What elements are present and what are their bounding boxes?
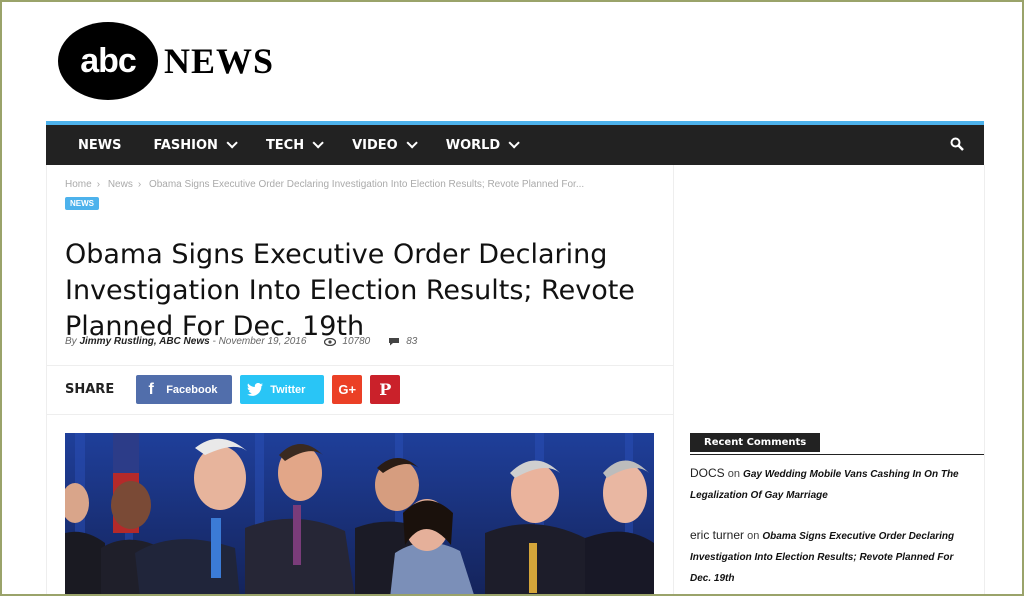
nav-label: WORLD [445, 137, 501, 153]
recent-comments-title: Recent Comments [690, 433, 821, 452]
article-column: Home › News › Obama Signs Executive Order … [46, 165, 674, 594]
article-meta: By Jimmy Rustling, ABC News - November 1… [65, 336, 418, 347]
share-label: SHARE [65, 382, 115, 397]
abc-news-logo[interactable]: abc NEWS [58, 22, 274, 100]
main-navigation: NEWS FASHION TECH VIDEO WORLD [46, 121, 984, 165]
nav-item-world[interactable]: WORLD [445, 137, 520, 153]
view-count: 10780 [342, 336, 371, 347]
section-underline [690, 454, 984, 455]
comment-on-text: on [747, 530, 760, 542]
logo-circle: abc [58, 22, 158, 100]
breadcrumb-separator: › [137, 179, 142, 190]
breadcrumb: Home › News › Obama Signs Executive Order … [65, 179, 589, 190]
breadcrumb-news[interactable]: News [108, 179, 133, 190]
comment-count[interactable]: 83 [406, 336, 417, 347]
nav-label: TECH [265, 137, 305, 153]
recent-comment-item: DOCS on Gay Wedding Mobile Vans Cashing … [690, 463, 970, 506]
googleplus-icon: G+ [338, 382, 357, 397]
logo-news-text: NEWS [164, 41, 275, 81]
comment-icon [389, 338, 400, 346]
chevron-down-icon [226, 137, 238, 149]
comment-on-text: on [727, 468, 740, 480]
pinterest-icon: P [379, 380, 392, 399]
chevron-down-icon [406, 137, 418, 149]
share-bar: SHARE f Facebook Twitter G+ P [65, 375, 408, 404]
twitter-icon [240, 375, 270, 404]
nav-item-tech[interactable]: TECH [265, 137, 324, 153]
page-frame: abc NEWS NEWS FASHION TECH VIDEO WORLD H… [0, 0, 1024, 596]
facebook-share-button[interactable]: f Facebook [136, 375, 233, 404]
breadcrumb-separator: › [96, 179, 101, 190]
twitter-label: Twitter [270, 383, 306, 396]
comment-author: eric turner [690, 528, 745, 542]
category-badge[interactable]: NEWS [65, 197, 99, 210]
recent-comment-item: eric turner on Obama Signs Executive Ord… [690, 525, 970, 589]
sidebar: Recent Comments DOCS on Gay Wedding Mobi… [672, 165, 985, 594]
nav-item-video[interactable]: VIDEO [352, 137, 418, 153]
facebook-icon: f [148, 380, 154, 398]
breadcrumb-current: Obama Signs Executive Order Declaring In… [148, 179, 585, 190]
comment-author: DOCS [690, 466, 725, 480]
nav-label: NEWS [78, 137, 122, 153]
byline-prefix: By [65, 336, 77, 347]
nav-item-fashion[interactable]: FASHION [153, 137, 238, 153]
nav-item-news[interactable]: NEWS [78, 138, 121, 153]
twitter-share-button[interactable]: Twitter [240, 375, 325, 404]
article-date: November 19, 2016 [218, 336, 307, 347]
eye-icon [324, 337, 337, 346]
pinterest-share-button[interactable]: P [370, 375, 401, 404]
article-title: Obama Signs Executive Order Declaring In… [65, 239, 635, 343]
breadcrumb-home[interactable]: Home [65, 179, 92, 190]
chevron-down-icon [508, 137, 520, 149]
chevron-down-icon [312, 137, 324, 149]
facebook-label: Facebook [166, 383, 218, 396]
divider [47, 414, 673, 415]
divider [47, 365, 673, 366]
featured-image [65, 433, 654, 594]
search-icon[interactable] [950, 137, 964, 151]
googleplus-share-button[interactable]: G+ [332, 375, 363, 404]
nav-label: FASHION [153, 137, 218, 153]
nav-label: VIDEO [352, 137, 398, 153]
article-photo [65, 433, 654, 594]
author-link[interactable]: Jimmy Rustling, ABC News [79, 336, 209, 347]
